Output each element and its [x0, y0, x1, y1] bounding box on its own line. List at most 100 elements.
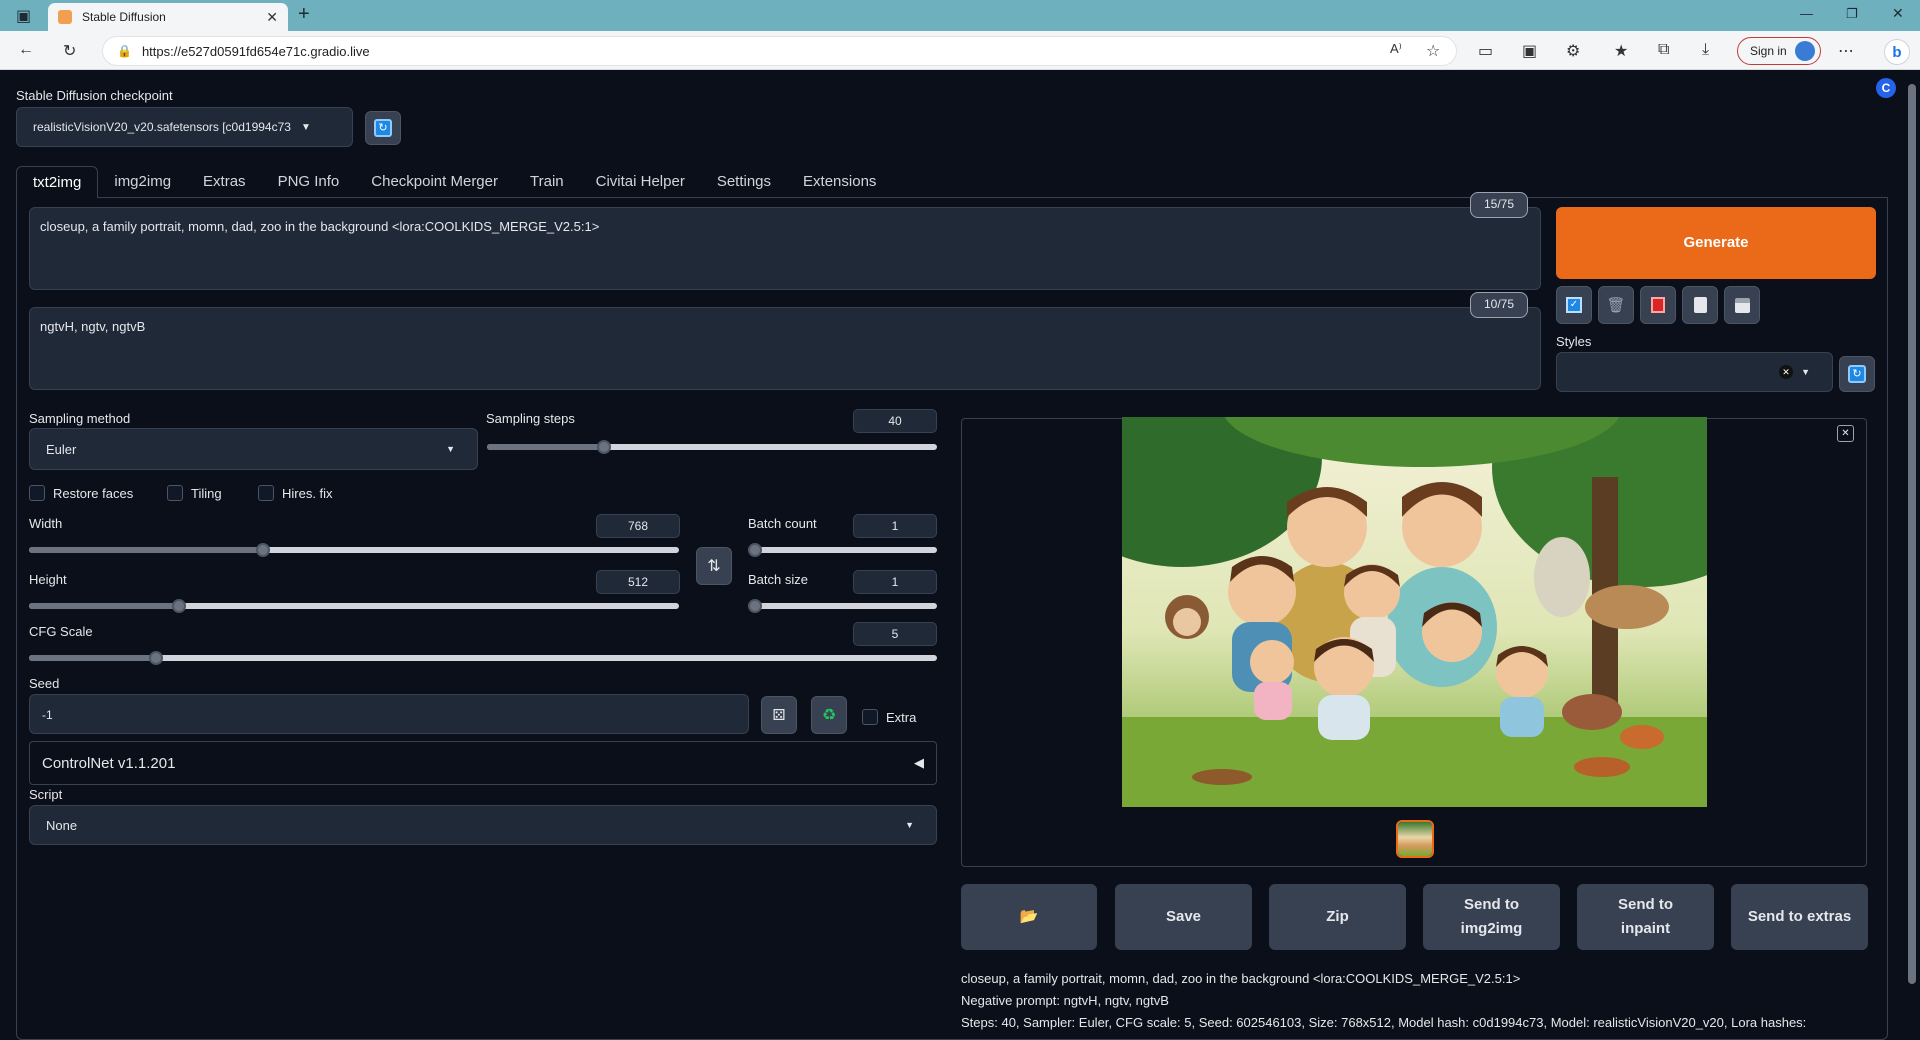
- slider-knob[interactable]: [171, 599, 186, 613]
- close-gallery-icon[interactable]: ✕: [1837, 425, 1854, 442]
- send-to-img2img-button[interactable]: Send to img2img: [1423, 884, 1560, 950]
- close-window-icon[interactable]: ✕: [1892, 5, 1904, 22]
- save-style-button[interactable]: [1724, 286, 1760, 324]
- tab-extensions[interactable]: Extensions: [787, 166, 892, 198]
- sampling-steps-input[interactable]: 40: [853, 409, 937, 433]
- generate-button[interactable]: Generate: [1556, 207, 1876, 279]
- save-icon: [1734, 297, 1750, 313]
- tab-actions-icon[interactable]: ▣: [16, 6, 31, 26]
- clear-prompt-button[interactable]: 🗑: [1598, 286, 1634, 324]
- extra-networks-button[interactable]: [1640, 286, 1676, 324]
- more-menu-icon[interactable]: ⋯: [1838, 41, 1854, 61]
- tab-settings[interactable]: Settings: [701, 166, 787, 198]
- slider-knob[interactable]: [748, 543, 762, 557]
- apply-style-button[interactable]: ✓: [1556, 286, 1592, 324]
- lock-icon: 🔒: [117, 44, 132, 58]
- batch-size-input[interactable]: 1: [853, 570, 937, 594]
- new-tab-icon[interactable]: +: [298, 3, 310, 26]
- refresh-icon: ↻: [1848, 365, 1866, 383]
- puzzle-icon[interactable]: ⚙: [1566, 41, 1580, 61]
- restore-faces-checkbox[interactable]: [29, 485, 45, 501]
- cfg-scale-slider[interactable]: [29, 651, 937, 665]
- clear-icon[interactable]: ✕: [1779, 365, 1794, 379]
- checkpoint-select[interactable]: realisticVisionV20_v20.safetensors [c0d1…: [16, 107, 353, 147]
- download-icon[interactable]: ⤓: [1702, 41, 1709, 59]
- bing-icon[interactable]: b: [1884, 39, 1910, 65]
- slider-fill: [29, 603, 179, 609]
- width-slider[interactable]: [29, 543, 679, 557]
- slider-fill: [29, 547, 263, 553]
- generated-image[interactable]: [1122, 417, 1707, 807]
- styles-refresh-button[interactable]: ↻: [1839, 356, 1875, 392]
- slider-track: [29, 655, 937, 661]
- tab-extras[interactable]: Extras: [187, 166, 262, 198]
- chevron-down-icon: ▼: [300, 121, 311, 133]
- width-input[interactable]: 768: [596, 514, 680, 538]
- zip-button[interactable]: Zip: [1269, 884, 1406, 950]
- send-to-inpaint-button[interactable]: Send to inpaint: [1577, 884, 1714, 950]
- extra-seed-checkbox[interactable]: [862, 709, 878, 725]
- tab-civitai-helper[interactable]: Civitai Helper: [580, 166, 701, 198]
- batch-count-input[interactable]: 1: [853, 514, 937, 538]
- swap-dimensions-button[interactable]: ⇅: [696, 547, 732, 585]
- script-select[interactable]: None ▼: [29, 805, 937, 845]
- back-icon[interactable]: ←: [18, 41, 34, 59]
- random-seed-button[interactable]: ⚄: [761, 696, 797, 734]
- script-label: Script: [29, 787, 63, 802]
- checkpoint-refresh-button[interactable]: ↻: [365, 111, 401, 145]
- sign-in-button[interactable]: Sign in: [1737, 37, 1821, 65]
- checkpoint-value: realisticVisionV20_v20.safetensors [c0d1…: [33, 120, 291, 134]
- favorites-icon[interactable]: ★: [1614, 41, 1628, 61]
- styles-label: Styles: [1556, 334, 1592, 349]
- tiling-checkbox[interactable]: [167, 485, 183, 501]
- close-tab-icon[interactable]: ✕: [266, 9, 278, 26]
- extension-icon[interactable]: ▭: [1478, 41, 1493, 61]
- height-slider[interactable]: [29, 599, 679, 613]
- main-tabs: txt2img img2img Extras PNG Info Checkpoi…: [16, 166, 892, 198]
- url-field[interactable]: 🔒 https://e527d0591fd654e71c.gradio.live: [102, 36, 1457, 66]
- save-button[interactable]: Save: [1115, 884, 1252, 950]
- restore-icon[interactable]: ❐: [1846, 6, 1858, 22]
- slider-knob[interactable]: [149, 651, 164, 665]
- slider-knob[interactable]: [256, 543, 270, 557]
- reuse-seed-button[interactable]: ♻: [811, 696, 847, 734]
- prompt-textarea[interactable]: closeup, a family portrait, momn, dad, z…: [29, 207, 1541, 290]
- swap-arrows-icon: ⇅: [707, 558, 721, 575]
- tab-checkpoint-merger[interactable]: Checkpoint Merger: [355, 166, 514, 198]
- open-folder-button[interactable]: 📂: [961, 884, 1097, 950]
- scrollbar-thumb[interactable]: [1908, 84, 1916, 984]
- slider-knob[interactable]: [748, 599, 762, 613]
- gallery-thumbnail[interactable]: [1396, 820, 1434, 858]
- extension-badge-icon[interactable]: C: [1876, 78, 1896, 98]
- height-input[interactable]: 512: [596, 570, 680, 594]
- screen-icon[interactable]: ▣: [1522, 41, 1537, 61]
- reload-icon[interactable]: ↻: [63, 41, 76, 61]
- tab-png-info[interactable]: PNG Info: [262, 166, 356, 198]
- batch-count-slider[interactable]: [748, 543, 937, 557]
- cfg-scale-input[interactable]: 5: [853, 622, 937, 646]
- styles-select[interactable]: ✕ ▼: [1556, 352, 1833, 392]
- hires-fix-checkbox[interactable]: [258, 485, 274, 501]
- slider-track: [748, 547, 937, 553]
- collections-icon[interactable]: ⧉: [1658, 41, 1669, 59]
- restore-faces-label: Restore faces: [53, 486, 134, 501]
- paste-prompt-button[interactable]: [1682, 286, 1718, 324]
- read-aloud-icon[interactable]: A⁾: [1390, 41, 1402, 57]
- sampling-method-select[interactable]: Euler ▼: [29, 428, 478, 470]
- dice-icon: ⚄: [772, 707, 786, 724]
- slider-knob[interactable]: [597, 440, 611, 454]
- sampling-steps-slider[interactable]: [487, 440, 937, 454]
- tab-txt2img[interactable]: txt2img: [16, 166, 99, 198]
- url-text: https://e527d0591fd654e71c.gradio.live: [141, 43, 370, 59]
- batch-size-slider[interactable]: [748, 599, 937, 613]
- favorite-star-icon[interactable]: ☆: [1426, 41, 1440, 61]
- seed-input[interactable]: -1: [29, 694, 749, 734]
- sampling-steps-label: Sampling steps: [486, 411, 575, 426]
- tab-train[interactable]: Train: [514, 166, 580, 198]
- controlnet-accordion[interactable]: ControlNet v1.1.201 ◀: [29, 741, 937, 785]
- minimize-icon[interactable]: —: [1800, 6, 1813, 21]
- negative-prompt-textarea[interactable]: ngtvH, ngtv, ngtvB: [29, 307, 1541, 390]
- tab-img2img[interactable]: img2img: [98, 166, 187, 198]
- browser-tab[interactable]: Stable Diffusion ✕: [48, 3, 288, 31]
- send-to-extras-button[interactable]: Send to extras: [1731, 884, 1868, 950]
